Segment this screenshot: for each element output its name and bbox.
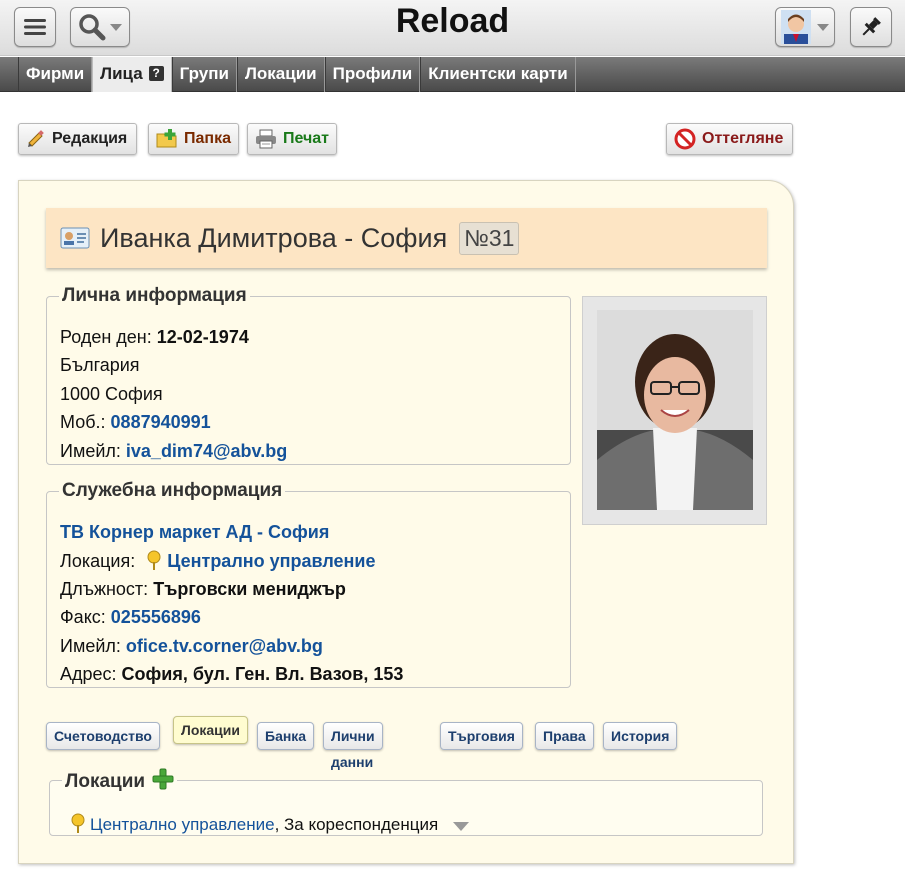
tab-label: Лица [100, 64, 143, 83]
person-name: Иванка Димитрова - София [100, 222, 448, 253]
folder-label: Папка [184, 130, 231, 147]
tab-firms[interactable]: Фирми [18, 57, 93, 92]
person-number-badge: №31 [459, 221, 520, 255]
tab-label: Групи [179, 64, 229, 83]
location-pin-icon [71, 813, 85, 833]
work-info-legend: Служебна информация [62, 480, 283, 501]
tab-profiles[interactable]: Профили [324, 57, 421, 92]
subtab-personal-data[interactable]: Лични данни [323, 722, 383, 770]
fax-label: Факс: [60, 607, 106, 627]
person-photo[interactable] [597, 310, 753, 510]
location-list-item: Централно управление, За кореспонденция [70, 813, 469, 835]
mobile-link[interactable]: 0887940991 [111, 412, 211, 432]
chevron-down-icon[interactable] [452, 822, 469, 831]
work-email-link[interactable]: ofice.tv.corner@abv.bg [126, 636, 323, 656]
subtab-accounting[interactable]: Счетоводство [46, 722, 160, 750]
city-text: 1000 София [60, 384, 163, 404]
email-label: Имейл: [60, 441, 121, 461]
birthday-value: 12-02-1974 [156, 327, 249, 347]
location-item-link[interactable]: Централно управление [90, 815, 275, 834]
birthday-label: Роден ден: [60, 327, 152, 347]
main-tab-bar: Фирми Лица? Групи Локации Профили Клиент… [0, 57, 905, 92]
reject-button[interactable]: Оттегляне [666, 123, 793, 155]
address-label: Адрес: [60, 664, 117, 684]
subtab-bank[interactable]: Банка [257, 722, 315, 750]
tab-label: Локации [244, 64, 317, 83]
pin-button[interactable] [850, 7, 892, 47]
tab-groups[interactable]: Групи [171, 57, 237, 92]
personal-info-section: Лична информация Роден ден: 12-02-1974 Б… [46, 285, 571, 465]
edit-button[interactable]: Редакция [18, 123, 137, 155]
folder-add-icon [156, 129, 177, 148]
locations-legend-text: Локации [65, 771, 146, 792]
tab-label: Клиентски карти [428, 64, 568, 83]
position-value: Търговски мениджър [153, 579, 346, 599]
fax-link[interactable]: 025556896 [111, 607, 201, 627]
locations-section: Локации Централно управление, За кореспо… [49, 768, 763, 836]
mobile-label: Моб.: [60, 412, 106, 432]
work-info-section: Служебна информация ТВ Корнер маркет АД … [46, 480, 571, 688]
help-icon[interactable]: ? [148, 66, 164, 81]
position-row: Длъжност: Търговски мениджър [60, 579, 346, 600]
address-value: София, бул. Ген. Вл. Вазов, 153 [121, 664, 404, 684]
location-pin-icon [147, 550, 161, 570]
locations-legend: Локации [62, 768, 177, 793]
country-text: България [60, 355, 140, 375]
app-title: Reload [395, 2, 510, 40]
email-link[interactable]: iva_dim74@abv.bg [126, 441, 287, 461]
edit-label: Редакция [52, 130, 128, 147]
tab-label: Фирми [26, 64, 85, 83]
id-card-icon [60, 227, 90, 249]
user-menu-button[interactable] [775, 7, 835, 47]
pushpin-icon [862, 17, 881, 36]
location-item-suffix: , За кореспонденция [274, 815, 439, 834]
location-label: Локация: [60, 551, 136, 571]
work-email-label: Имейл: [60, 636, 121, 656]
location-link[interactable]: Централно управление [167, 551, 375, 571]
person-photo-frame [582, 296, 767, 525]
tab-persons[interactable]: Лица? [92, 57, 172, 92]
company-link[interactable]: ТВ Корнер маркет АД - София [60, 522, 329, 543]
subtab-locations[interactable]: Локации [173, 716, 248, 744]
address-row: Адрес: София, бул. Ген. Вл. Вазов, 153 [60, 664, 403, 685]
tab-locations[interactable]: Локации [236, 57, 325, 92]
person-header: Иванка Димитрова - София №31 [46, 208, 767, 268]
position-label: Длъжност: [60, 579, 149, 599]
pencil-icon [28, 130, 44, 147]
email-row: Имейл: iva_dim74@abv.bg [60, 441, 287, 462]
no-entry-icon [674, 128, 696, 150]
print-label: Печат [282, 130, 329, 147]
subtab-trade[interactable]: Търговия [440, 722, 523, 750]
mobile-row: Моб.: 0887940991 [60, 412, 211, 433]
top-bar: Reload [0, 0, 905, 56]
subtab-rights[interactable]: Права [535, 722, 594, 750]
tab-label: Профили [332, 64, 413, 83]
work-email-row: Имейл: ofice.tv.corner@abv.bg [60, 636, 323, 657]
printer-icon [255, 129, 276, 149]
personal-info-legend: Лична информация [62, 285, 247, 306]
location-row: Локация: Централно управление [60, 550, 376, 572]
fax-row: Факс: 025556896 [60, 607, 201, 628]
birthday-row: Роден ден: 12-02-1974 [60, 327, 249, 348]
print-button[interactable]: Печат [247, 123, 337, 155]
tab-client-cards[interactable]: Клиентски карти [420, 57, 576, 92]
add-plus-icon[interactable] [152, 768, 174, 790]
subtab-history[interactable]: История [603, 722, 678, 750]
chevron-down-icon [817, 23, 829, 31]
user-avatar-icon [781, 10, 811, 44]
person-card: Иванка Димитрова - София №31 Лична инфор… [18, 180, 794, 864]
reject-label: Оттегляне [702, 130, 784, 147]
folder-button[interactable]: Папка [148, 123, 239, 155]
